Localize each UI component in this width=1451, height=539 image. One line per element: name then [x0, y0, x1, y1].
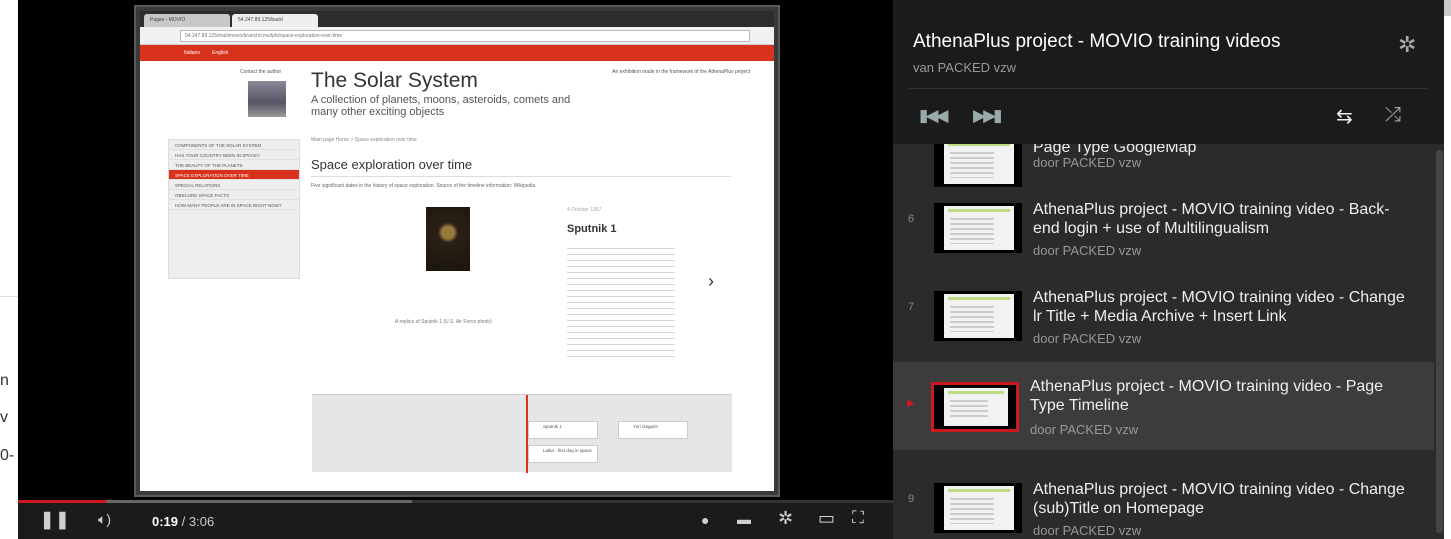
playlist-item[interactable]: 6 AthenaPlus project - MOVIO training vid… — [893, 171, 1434, 259]
event-body-text — [567, 243, 675, 361]
playlist-item-title[interactable]: AthenaPlus project - MOVIO training vide… — [1033, 200, 1413, 238]
video-player[interactable]: Pages - MOVIO 54.247.89.125/backl 54.247… — [18, 0, 893, 539]
playlist-item[interactable]: 9 AthenaPlus project - MOVIO training vid… — [893, 451, 1434, 539]
time-display: 0:19 / 3:06 — [152, 514, 214, 529]
player-controls: ❚❚ 🔈︎) 0:19 / 3:06 ● ▬ ✲ ▭ ⛶ — [18, 503, 893, 539]
video-thumbnail[interactable] — [934, 203, 1022, 253]
playlist-owner[interactable]: van PACKED vzw — [913, 60, 1016, 75]
thumbnail-screen — [944, 486, 1014, 530]
playlist-item-author: door PACKED vzw — [1033, 331, 1142, 346]
playlist-index: 9 — [908, 493, 915, 505]
playlist-item[interactable]: ▶ AthenaPlus project - MOVIO training vid… — [893, 362, 1434, 450]
repeat-icon[interactable]: ⇆ — [1336, 104, 1353, 129]
screen: n v 0- Pages - MOVIO 54.247.89.125/backl… — [0, 0, 1451, 539]
browser-tabstrip: Pages - MOVIO 54.247.89.125/backl — [140, 11, 774, 27]
divider — [909, 88, 1427, 89]
page-right-edge — [1444, 0, 1451, 539]
video-thumbnail[interactable] — [934, 483, 1022, 533]
site-nav-link: Italiano — [184, 50, 201, 56]
site-note: An exhibition made in the framework of t… — [612, 69, 750, 75]
section-description: Five significant dates in the history of… — [311, 183, 536, 189]
now-playing-icon: ▶ — [907, 398, 915, 409]
page-left-fragment: n v 0- — [0, 0, 20, 539]
chevron-right-icon: › — [708, 271, 714, 291]
site-menu-item: OBSCURE SPACE FACTS — [169, 190, 299, 200]
site-nav-link: English — [212, 50, 229, 56]
gear-icon[interactable]: ✲ — [778, 508, 793, 529]
text-fragment: n — [0, 372, 9, 389]
shuffle-icon[interactable]: ⤮ — [1385, 104, 1401, 127]
thumbnail-screen — [944, 206, 1014, 250]
info-icon[interactable]: ● — [701, 512, 709, 528]
timeline-strip: Sputnik 1 Laika - first dog in space Yur… — [312, 394, 732, 473]
playlist-index: 7 — [908, 301, 915, 313]
playlist-item-author: door PACKED vzw — [1033, 243, 1142, 258]
playlist-index: 6 — [908, 213, 915, 225]
video-content: Pages - MOVIO 54.247.89.125/backl 54.247… — [134, 5, 780, 497]
sputnik-image — [426, 207, 470, 271]
divider — [0, 296, 20, 297]
browser-tab: 54.247.89.125/backl — [232, 14, 318, 27]
playlist-header: AthenaPlus project - MOVIO training vide… — [893, 0, 1444, 144]
fullscreen-icon[interactable]: ⛶ — [852, 508, 864, 528]
playlist-item-title[interactable]: AthenaPlus project - MOVIO training vide… — [1033, 480, 1413, 518]
site-menu-item: HOW MANY PEOPLE ARE IN SPACE RIGHT NOW? — [169, 200, 299, 210]
site-title: The Solar System — [311, 69, 478, 92]
site-subtitle: A collection of planets, moons, asteroid… — [311, 94, 571, 118]
url-text: 54.247.89.125/multimovio/branch/cms/tpls… — [180, 30, 750, 42]
author-photo — [248, 81, 286, 117]
playlist-title[interactable]: AthenaPlus project - MOVIO training vide… — [913, 31, 1281, 53]
site-menu-item: SPACE EXPLORATION OVER TIME — [169, 170, 299, 180]
playlist-item-author: door PACKED vzw — [1030, 422, 1139, 437]
duration: / 3:06 — [181, 514, 215, 529]
scrollbar-thumb[interactable] — [1436, 150, 1443, 533]
theater-mode-icon[interactable]: ▭ — [818, 508, 835, 529]
next-icon[interactable]: ▶▶▮ — [973, 106, 1002, 126]
browser-url-bar: 54.247.89.125/multimovio/branch/cms/tpls… — [140, 27, 774, 45]
playlist-panel: Page Type GoogleMap door PACKED vzw 6 Athen… — [893, 0, 1444, 539]
thumbnail-screen — [944, 294, 1014, 338]
timeline-card: Sputnik 1 — [528, 421, 598, 439]
section-title: Space exploration over time — [311, 157, 731, 177]
browser-tab: Pages - MOVIO — [144, 14, 230, 27]
thumbnail-screen — [944, 388, 1008, 426]
recorded-browser-window: Pages - MOVIO 54.247.89.125/backl 54.247… — [140, 11, 774, 491]
video-thumbnail[interactable] — [934, 291, 1022, 341]
video-thumbnail[interactable] — [931, 382, 1019, 432]
image-caption: A replica of Sputnik 1 (U.S. Air Force p… — [395, 319, 492, 325]
site-menu-item: COMPONENTS OF THE SOLAR SYSTEM — [169, 140, 299, 150]
pause-icon[interactable]: ❚❚ — [40, 510, 71, 530]
site-nav-bar: Italiano English — [140, 45, 774, 61]
contact-author: Contact the author — [240, 69, 282, 75]
site-menu-item: SPECIAL RELATIONS — [169, 180, 299, 190]
captions-icon[interactable]: ▬ — [737, 511, 751, 527]
site-menu-item: HAS YOUR COUNTRY BEEN IN SPACE? — [169, 150, 299, 160]
text-fragment: 0- — [0, 447, 15, 464]
playlist-item[interactable]: 7 AthenaPlus project - MOVIO training vid… — [893, 259, 1434, 347]
playlist-item-title[interactable]: AthenaPlus project - MOVIO training vide… — [1030, 377, 1410, 415]
playlist-item-author: door PACKED vzw — [1033, 523, 1142, 538]
text-fragment: v — [0, 409, 8, 426]
site-menu-item: THE BEAUTY OF THE PLANETS — [169, 160, 299, 170]
playlist-item-author: door PACKED vzw — [1033, 155, 1142, 170]
timeline-card: Laika - first dog in space — [528, 445, 598, 463]
breadcrumb: Main page Home > Space exploration over … — [311, 137, 417, 143]
gear-icon[interactable]: ✲ — [1398, 32, 1416, 58]
site-sidebar-menu: COMPONENTS OF THE SOLAR SYSTEM HAS YOUR C… — [168, 139, 300, 279]
current-time: 0:19 — [152, 514, 179, 529]
playlist-item-title[interactable]: AthenaPlus project - MOVIO training vide… — [1033, 288, 1413, 326]
event-date: 4 October 1957 — [567, 207, 602, 213]
volume-icon[interactable]: 🔈︎) — [98, 511, 111, 528]
timeline-card: Yuri Gagarin — [618, 421, 688, 439]
previous-icon[interactable]: ▮◀◀ — [919, 106, 948, 126]
event-title: Sputnik 1 — [567, 223, 617, 235]
